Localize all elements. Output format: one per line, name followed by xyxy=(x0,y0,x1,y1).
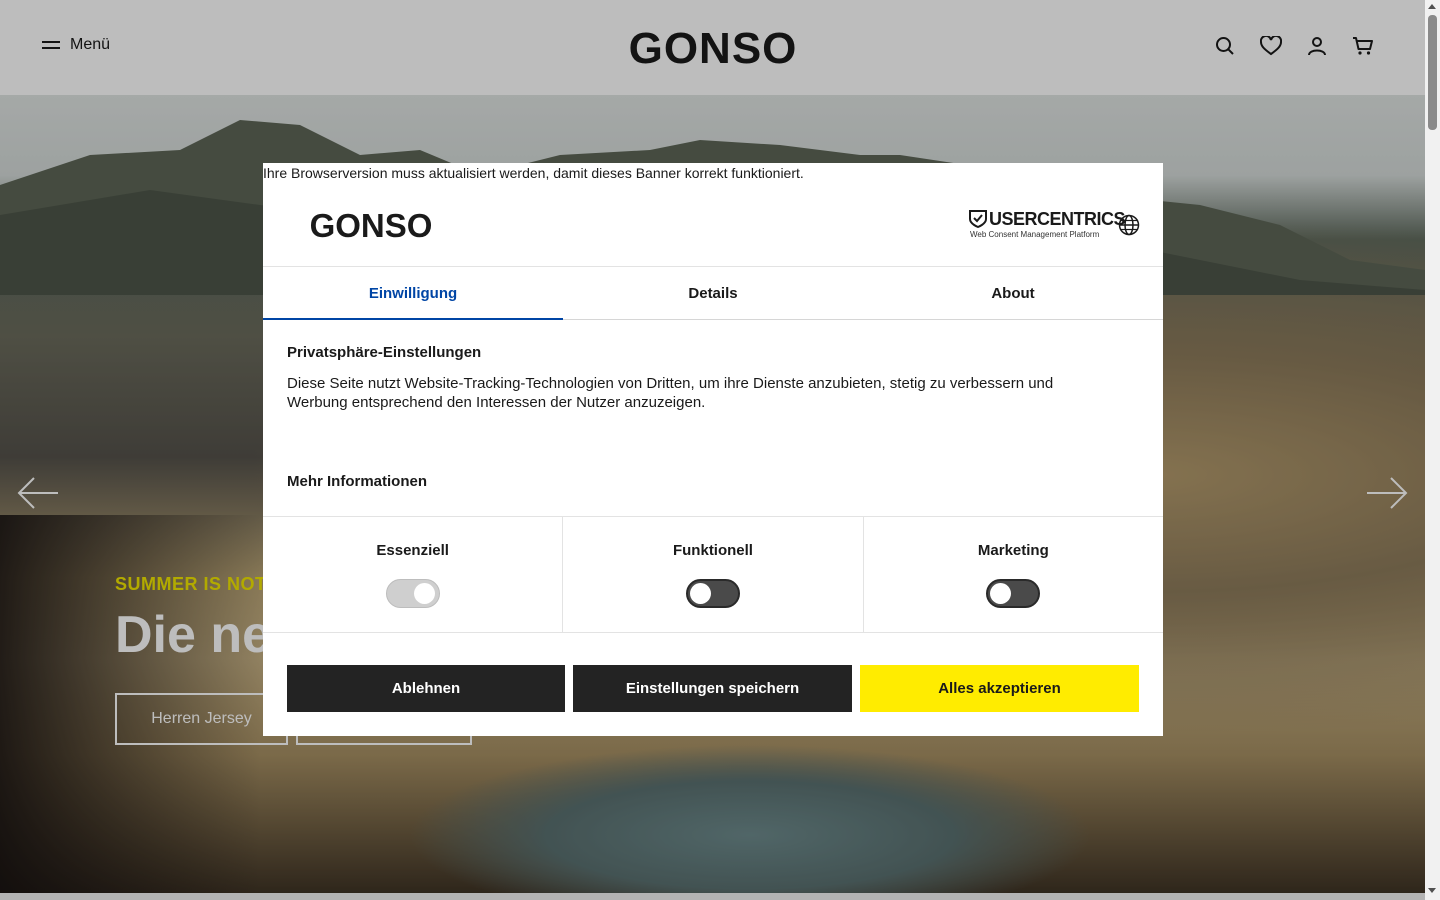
scroll-up-icon[interactable] xyxy=(1428,4,1436,9)
tab-about[interactable]: About xyxy=(863,267,1163,319)
consent-actions: Ablehnen Einstellungen speichern Alles a… xyxy=(287,665,1139,712)
more-info-link[interactable]: Mehr Informationen xyxy=(287,473,427,490)
browser-warning: Ihre Browserversion muss aktualisiert we… xyxy=(263,165,804,181)
globe-icon[interactable] xyxy=(1118,214,1140,236)
page-scrollbar[interactable] xyxy=(1425,0,1440,900)
category-label: Marketing xyxy=(977,542,1049,559)
category-funktionell: Funktionell xyxy=(563,517,864,632)
toggle-knob xyxy=(990,583,1012,604)
tab-einwilligung[interactable]: Einwilligung xyxy=(263,267,563,320)
category-label: Funktionell xyxy=(672,542,753,559)
scroll-down-icon[interactable] xyxy=(1428,888,1436,893)
consent-tabs: Einwilligung Details About xyxy=(263,266,1163,320)
dialog-brand-logo: GONSO xyxy=(310,210,433,240)
toggle-knob xyxy=(689,583,711,604)
reject-button[interactable]: Ablehnen xyxy=(287,665,565,712)
toggle-knob xyxy=(413,583,435,604)
usercentrics-logo: USERCENTRICS Web Consent Management Plat… xyxy=(969,209,1126,241)
section-body: Diese Seite nutzt Website-Tracking-Techn… xyxy=(287,375,1054,411)
toggle-funktionell[interactable] xyxy=(685,579,740,608)
category-essenziell: Essenziell xyxy=(263,517,564,632)
svg-text:GONSO: GONSO xyxy=(310,210,433,240)
scroll-thumb[interactable] xyxy=(1428,15,1437,130)
consent-dialog: Ihre Browserversion muss aktualisiert we… xyxy=(263,163,1163,736)
section-title: Privatsphäre-Einstellungen xyxy=(287,344,482,361)
usercentrics-name: USERCENTRICS xyxy=(989,209,1126,229)
tab-details[interactable]: Details xyxy=(563,267,863,319)
shield-icon xyxy=(969,210,987,228)
toggle-marketing[interactable] xyxy=(986,579,1041,608)
save-settings-button[interactable]: Einstellungen speichern xyxy=(573,665,852,712)
category-marketing: Marketing xyxy=(864,517,1163,632)
usercentrics-tagline: Web Consent Management Platform xyxy=(970,230,1100,239)
category-label: Essenziell xyxy=(376,542,449,559)
accept-all-button[interactable]: Alles akzeptieren xyxy=(860,665,1139,712)
consent-categories: Essenziell Funktionell Marketing xyxy=(263,516,1163,633)
toggle-essenziell xyxy=(385,579,440,608)
